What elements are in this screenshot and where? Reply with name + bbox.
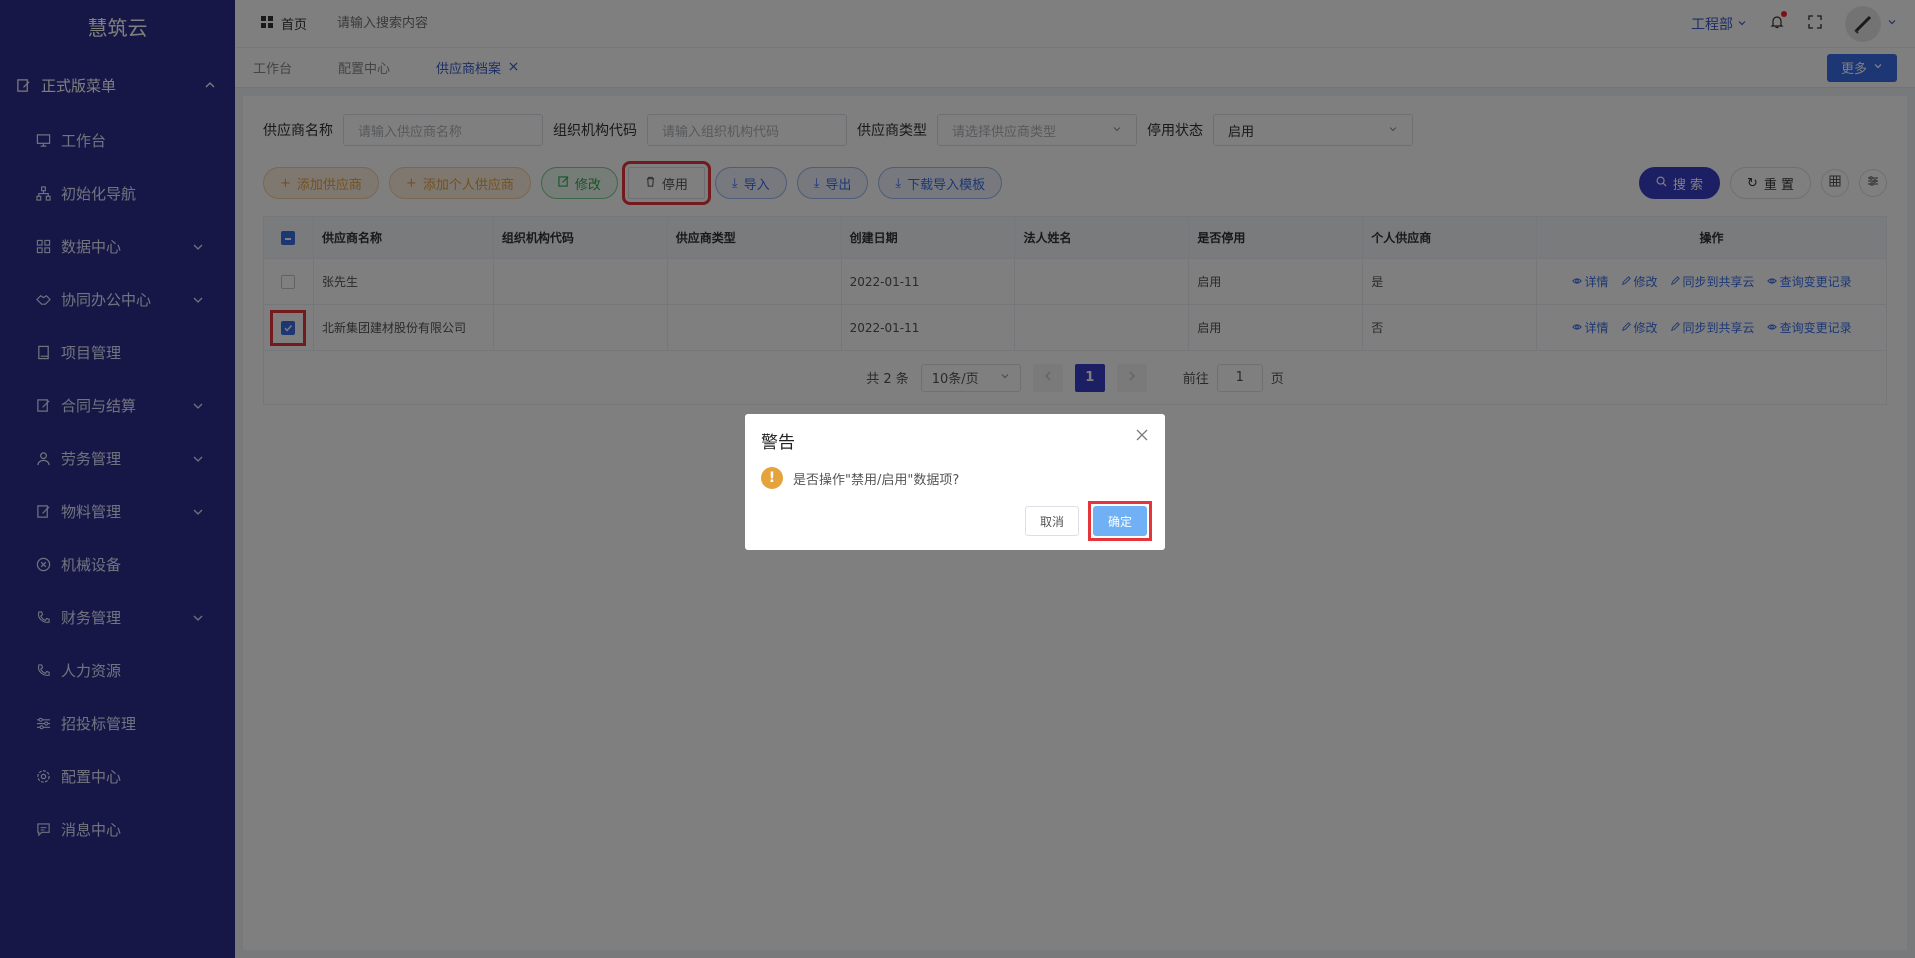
confirm-highlight: 确定 [1087,501,1153,541]
dialog-body: ! 是否操作"禁用/启用"数据项? [761,467,1149,489]
dialog-message: 是否操作"禁用/启用"数据项? [793,472,960,488]
dialog-title: 警告 [761,433,795,453]
warning-dialog: 警告 ! 是否操作"禁用/启用"数据项? 取消 确定 [745,414,1165,550]
warning-icon: ! [761,467,783,489]
cancel-button[interactable]: 取消 [1024,506,1079,536]
close-icon [1136,429,1148,445]
dialog-close-button[interactable] [1135,429,1149,445]
dialog-footer: 取消 确定 [1024,501,1153,541]
confirm-button[interactable]: 确定 [1092,506,1147,536]
